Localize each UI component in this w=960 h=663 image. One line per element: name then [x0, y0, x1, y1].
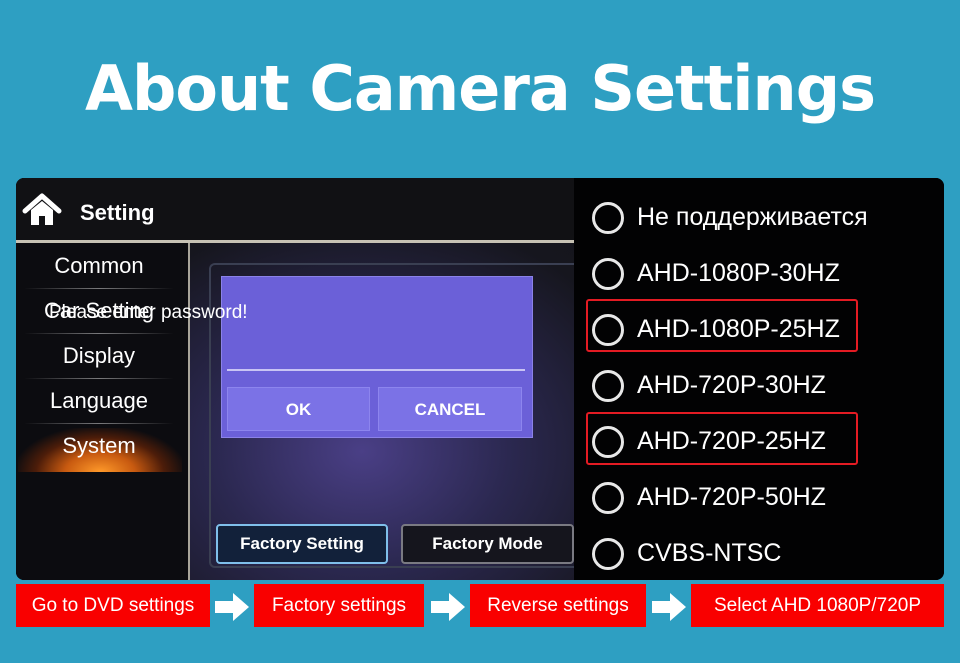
factory-mode-button[interactable]: Factory Mode: [401, 524, 574, 564]
radio-icon: [592, 314, 624, 346]
option-label: AHD-720P-25HZ: [637, 427, 826, 455]
radio-icon: [592, 538, 624, 570]
password-input[interactable]: [227, 369, 525, 371]
radio-icon: [592, 202, 624, 234]
ok-button[interactable]: OK: [227, 387, 370, 431]
radio-icon: [592, 370, 624, 402]
option-label: Не поддерживается: [637, 203, 868, 231]
cancel-button[interactable]: CANCEL: [378, 387, 522, 431]
settings-header: Setting: [16, 178, 574, 242]
arrow-right-icon: [215, 593, 249, 621]
dialog-message: Please enter password!: [49, 302, 248, 323]
settings-title: Setting: [80, 200, 155, 225]
sidebar-item-common[interactable]: Common: [16, 244, 182, 289]
step-select-ahd: Select AHD 1080P/720P: [691, 584, 944, 627]
option-label: AHD-720P-50HZ: [637, 483, 826, 511]
option-label: CVBS-NTSC: [637, 539, 782, 567]
home-icon[interactable]: [22, 192, 62, 228]
radio-icon: [592, 426, 624, 458]
radio-icon: [592, 482, 624, 514]
settings-pane: Setting Common Car Setting Display Langu…: [16, 178, 579, 580]
head-unit-screen: Setting Common Car Setting Display Langu…: [16, 178, 944, 580]
sidebar-item-system[interactable]: System: [16, 424, 182, 469]
factory-setting-button[interactable]: Factory Setting: [216, 524, 388, 564]
arrow-right-icon: [431, 593, 465, 621]
option-label: AHD-1080P-25HZ: [637, 315, 840, 343]
option-label: AHD-720P-30HZ: [637, 371, 826, 399]
sidebar-item-language[interactable]: Language: [16, 379, 182, 424]
radio-icon: [592, 258, 624, 290]
option-label: AHD-1080P-30HZ: [637, 259, 840, 287]
arrow-right-icon: [652, 593, 686, 621]
step-dvd-settings: Go to DVD settings: [16, 584, 210, 627]
sidebar-item-display[interactable]: Display: [16, 334, 182, 379]
sidebar-divider: [188, 243, 190, 580]
camera-options-pane: Не поддерживается AHD-1080P-30HZ AHD-108…: [574, 178, 944, 580]
step-factory-settings: Factory settings: [254, 584, 424, 627]
step-reverse-settings: Reverse settings: [470, 584, 646, 627]
page-title: About Camera Settings: [85, 52, 876, 125]
